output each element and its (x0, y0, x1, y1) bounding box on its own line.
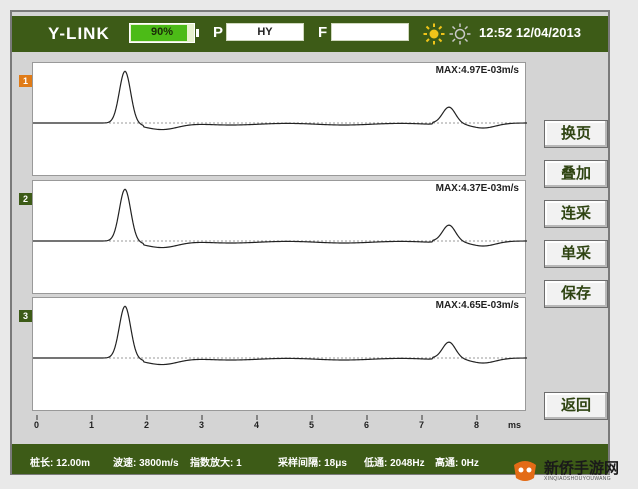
channel-badge-3: 3 (19, 310, 32, 322)
waveform-1 (33, 70, 527, 131)
f-label: F (318, 24, 328, 41)
watermark: 新侨手游网 XINQIAOSHOUYOUWANG (508, 455, 634, 487)
battery-indicator: 90% (129, 23, 199, 43)
waveform-trace (33, 188, 527, 249)
axis-tick-0: 0 (34, 420, 40, 430)
axis-tick-2: 2 (144, 420, 150, 430)
brand-logo: Y-LINK (48, 24, 110, 43)
waveform-panel-3[interactable]: MAX:4.65E-03m/s (32, 297, 527, 411)
axis-tick-8: 8 (474, 420, 480, 430)
status-gain: 指数放大: 1 (190, 458, 242, 469)
status-wave-speed: 波速: 3800m/s (113, 458, 179, 469)
channel-badge-2: 2 (19, 193, 32, 205)
axis-tick-3: 3 (199, 420, 205, 430)
waveform-2 (33, 188, 527, 249)
status-length: 桩长: 12.00m (30, 458, 91, 469)
sun-outline-icon (449, 23, 471, 45)
status-highpass: 高通: 0Hz (435, 458, 479, 469)
top-bar: Y-LINK 90% P HY F 12:52 12/04/2013 (12, 16, 608, 52)
f-field[interactable] (331, 23, 409, 41)
battery-label: 90% (150, 26, 174, 38)
axis-tick-4: 4 (254, 420, 260, 430)
waveform-panel-1[interactable]: MAX:4.97E-03m/s (32, 62, 527, 176)
battery-nub (196, 29, 199, 37)
waveform-3 (33, 305, 527, 366)
channel-badge-1: 1 (19, 75, 32, 87)
axis-tick-1: 1 (89, 420, 95, 430)
watermark-logo-icon (514, 461, 536, 481)
max-label-1: MAX:4.97E-03m/s (435, 65, 519, 76)
waveform-trace (33, 70, 527, 131)
waveform-trace (33, 305, 527, 366)
continuous-button[interactable]: 连采 (544, 200, 608, 228)
p-label: P (213, 24, 224, 41)
waveform-panel-2[interactable]: MAX:4.37E-03m/s (32, 180, 527, 294)
axis-ticks (36, 415, 478, 420)
status-sample-interval: 采样间隔: 18μs (278, 458, 347, 469)
back-button[interactable]: 返回 (544, 392, 608, 420)
max-label-3: MAX:4.65E-03m/s (435, 300, 519, 311)
watermark-text: 新侨手游网 (544, 460, 620, 477)
overlay-button[interactable]: 叠加 (544, 160, 608, 188)
axis-tick-5: 5 (309, 420, 315, 430)
single-button[interactable]: 单采 (544, 240, 608, 268)
max-label-2: MAX:4.37E-03m/s (435, 183, 519, 194)
p-field[interactable]: HY (226, 23, 304, 41)
status-lowpass: 低通: 2048Hz (364, 458, 425, 469)
watermark-subtext: XINQIAOSHOUYOUWANG (544, 476, 611, 482)
axis-unit: ms (508, 420, 522, 430)
sun-icon (423, 23, 445, 45)
datetime: 12:52 12/04/2013 (479, 25, 581, 40)
axis-tick-7: 7 (419, 420, 425, 430)
save-button[interactable]: 保存 (544, 280, 608, 308)
axis-tick-6: 6 (364, 420, 370, 430)
page-button[interactable]: 换页 (544, 120, 608, 148)
time-axis: 0 1 2 3 4 5 6 7 8 ms (32, 415, 526, 435)
